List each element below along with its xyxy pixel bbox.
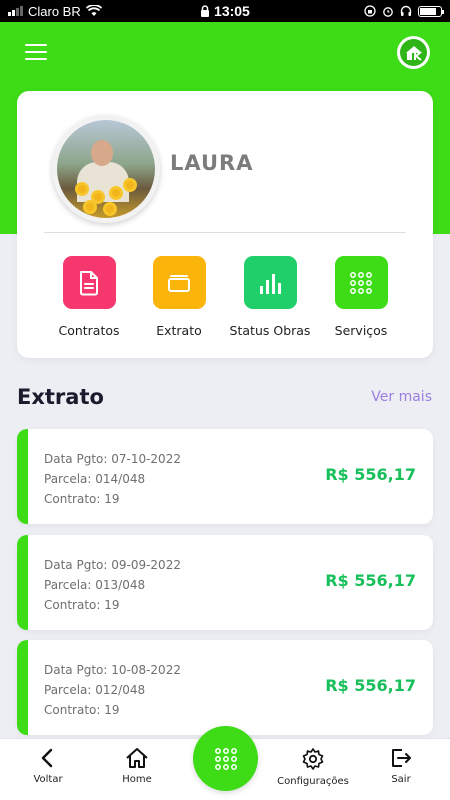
nav-label: Sair: [391, 774, 411, 785]
brand-logo-icon[interactable]: [397, 36, 430, 69]
quick-action-servicos[interactable]: Serviços: [311, 256, 411, 338]
nav-exit[interactable]: Sair: [356, 747, 446, 785]
status-bar: Claro BR 13:05: [0, 0, 450, 22]
wallet-icon: [152, 256, 206, 309]
payment-date: Data Pgto: 07-10-2022: [44, 452, 181, 466]
user-name: LAURA: [170, 151, 254, 175]
section-title: Extrato: [17, 385, 104, 409]
headphones-icon: [400, 5, 412, 16]
payment-date: Data Pgto: 10-08-2022: [44, 663, 181, 677]
installment: Parcela: 012/048: [44, 683, 146, 697]
profile-card: LAURA Contratos Extrato Status Obras Ser…: [17, 91, 433, 358]
nav-label: Configurações: [277, 776, 349, 787]
quick-action-label: Serviços: [334, 323, 388, 338]
quick-action-label: Status Obras: [229, 323, 311, 338]
extrato-entry[interactable]: Data Pgto: 09-09-2022 Parcela: 013/048 C…: [17, 535, 433, 630]
avatar[interactable]: [52, 115, 160, 223]
quick-action-label: Extrato: [156, 323, 202, 338]
quick-action-status-obras[interactable]: Status Obras: [220, 256, 320, 338]
extrato-entry[interactable]: Data Pgto: 07-10-2022 Parcela: 014/048 C…: [17, 429, 433, 524]
extrato-entry[interactable]: Data Pgto: 10-08-2022 Parcela: 012/048 C…: [17, 640, 433, 735]
quick-action-extrato[interactable]: Extrato: [129, 256, 229, 338]
logout-icon: [392, 749, 411, 767]
payment-amount: R$ 556,17: [325, 571, 416, 590]
battery-icon: [418, 5, 444, 17]
entry-accent-stripe: [17, 535, 28, 630]
quick-action-contratos[interactable]: Contratos: [39, 256, 139, 338]
nav-label: Voltar: [33, 774, 63, 785]
quick-action-label: Contratos: [58, 323, 120, 338]
nav-label: Home: [122, 774, 152, 785]
document-icon: [62, 256, 116, 309]
home-icon: [126, 748, 148, 768]
entry-accent-stripe: [17, 640, 28, 735]
carrier-name: Claro BR: [28, 3, 81, 19]
contract-number: Contrato: 19: [44, 598, 120, 612]
orientation-lock-icon: [364, 5, 376, 17]
contract-number: Contrato: 19: [44, 492, 120, 506]
see-more-link[interactable]: Ver mais: [371, 389, 432, 405]
payment-amount: R$ 556,17: [325, 465, 416, 484]
nav-home[interactable]: Home: [92, 747, 182, 785]
bar-chart-icon: [243, 256, 297, 309]
nav-back[interactable]: Voltar: [3, 747, 93, 785]
grid-icon: [334, 256, 388, 309]
profile-photo: [57, 120, 155, 218]
grid-icon: [214, 747, 237, 770]
entry-accent-stripe: [17, 429, 28, 524]
payment-amount: R$ 556,17: [325, 676, 416, 695]
menu-grid-fab[interactable]: [193, 726, 258, 791]
gear-icon: [302, 748, 324, 770]
cell-signal-icon: [8, 6, 23, 16]
wifi-icon: [85, 5, 102, 16]
chevron-left-icon: [41, 748, 53, 768]
contract-number: Contrato: 19: [44, 703, 120, 717]
hamburger-menu-icon[interactable]: [25, 44, 47, 60]
nav-settings[interactable]: Configurações: [268, 747, 358, 787]
alarm-icon: [383, 7, 393, 17]
payment-date: Data Pgto: 09-09-2022: [44, 558, 181, 572]
installment: Parcela: 014/048: [44, 472, 146, 486]
installment: Parcela: 013/048: [44, 578, 146, 592]
divider: [44, 232, 406, 233]
